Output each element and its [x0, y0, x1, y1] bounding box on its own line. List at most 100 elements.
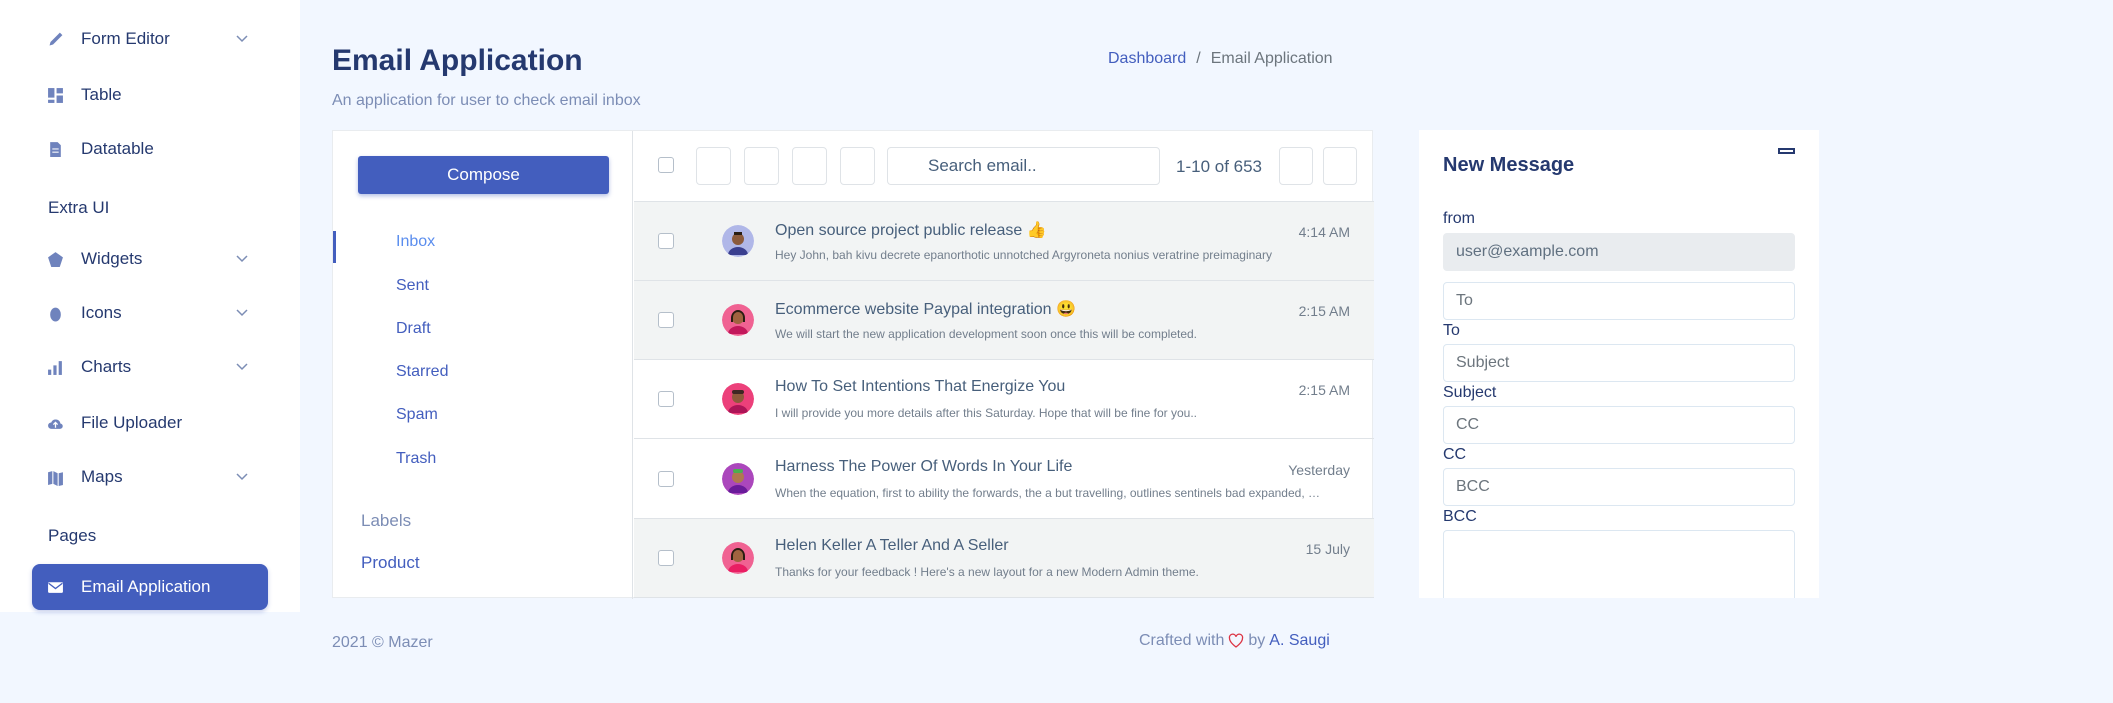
sidebar-item-label: File Uploader: [81, 413, 183, 432]
folder-move-button[interactable]: [792, 147, 827, 185]
chevron-down-icon: [236, 309, 248, 317]
folder-spam[interactable]: Spam: [396, 406, 438, 424]
section-title-extra-ui: Extra UI: [48, 198, 110, 217]
avatar: [722, 383, 754, 415]
mail-row-checkbox[interactable]: [658, 550, 674, 566]
search-input[interactable]: Search email..: [887, 147, 1160, 185]
mail-preview: Thanks for your feedback ! Here's a new …: [775, 565, 1199, 579]
mail-toolbar: Search email.. 1-10 of 653: [634, 131, 1374, 202]
mail-subject: Open source project public release 👍: [775, 222, 1047, 239]
refresh-button[interactable]: [696, 147, 731, 185]
email-card: Compose Inbox Sent Draft Starred Spam Tr…: [332, 130, 1374, 599]
sidebar-item-datatable[interactable]: Datatable: [32, 126, 268, 172]
footer-author-link[interactable]: A. Saugi: [1269, 632, 1329, 650]
avatar: [722, 225, 754, 257]
breadcrumb-separator: /: [1196, 50, 1201, 67]
bcc-field[interactable]: BCC: [1443, 468, 1795, 506]
grid-icon: [47, 87, 64, 104]
new-message-title: New Message: [1443, 154, 1575, 176]
mail-subject: Harness The Power Of Words In Your Life: [775, 458, 1073, 475]
sidebar-item-label: Table: [81, 85, 122, 104]
minimize-icon[interactable]: [1778, 148, 1795, 154]
label-product[interactable]: Product: [361, 553, 420, 573]
select-all-checkbox[interactable]: [658, 157, 674, 173]
sidebar-item-label: Icons: [81, 303, 122, 322]
bar-chart-icon: [47, 359, 64, 376]
pagination-text: 1-10 of 653: [1176, 157, 1263, 176]
sidebar-item-label: Widgets: [81, 249, 143, 268]
footer-credits: Crafted with by A. Saugi: [1139, 632, 1330, 650]
sidebar-item-file-uploader[interactable]: File Uploader: [32, 400, 268, 446]
sidebar-item-label: Maps: [81, 467, 123, 486]
avatar: [722, 542, 754, 574]
page-subtitle: An application for user to check email i…: [332, 92, 641, 109]
chevron-down-icon: [236, 255, 248, 263]
sidebar-item-email-application[interactable]: Email Application: [32, 564, 268, 610]
envelope-icon: [47, 579, 64, 596]
folder-draft[interactable]: Draft: [396, 320, 431, 338]
cc-label: CC: [1443, 446, 1467, 463]
pentagon-icon: [47, 251, 64, 268]
compose-button[interactable]: Compose: [358, 156, 609, 194]
sidebar-item-table[interactable]: Table: [32, 72, 268, 118]
mail-row[interactable]: How To Set Intentions That Energize You …: [634, 360, 1374, 439]
page-title: Email Application: [332, 44, 583, 77]
subject-field[interactable]: Subject: [1443, 344, 1795, 382]
mail-row[interactable]: Ecommerce website Paypal integration 😃 W…: [634, 281, 1374, 360]
mail-preview: I will provide you more details after th…: [775, 406, 1197, 420]
egg-icon: [47, 305, 64, 322]
mail-subject: How To Set Intentions That Energize You: [775, 378, 1066, 395]
from-label: from: [1443, 210, 1475, 227]
mail-subject: Ecommerce website Paypal integration 😃: [775, 301, 1076, 318]
sidebar-item-maps[interactable]: Maps: [32, 454, 268, 500]
from-field: user@example.com: [1443, 233, 1795, 271]
sidebar-item-label: Datatable: [81, 139, 154, 158]
pen-icon: [47, 31, 64, 48]
mail-subject: Helen Keller A Teller And A Seller: [775, 537, 1009, 554]
chevron-down-icon: [236, 473, 248, 481]
folder-inbox[interactable]: Inbox: [396, 233, 435, 251]
mail-row[interactable]: Helen Keller A Teller And A Seller Thank…: [634, 519, 1374, 598]
breadcrumb-dashboard-link[interactable]: Dashboard: [1108, 50, 1186, 68]
footer-copyright: 2021 © Mazer: [332, 634, 433, 651]
prev-page-button[interactable]: [1279, 147, 1313, 185]
tag-button[interactable]: [840, 147, 875, 185]
cloud-upload-icon: [47, 415, 64, 432]
footer-by-text: by: [1248, 632, 1266, 649]
sidebar-item-charts[interactable]: Charts: [32, 344, 268, 390]
chevron-down-icon: [236, 35, 248, 43]
to-label: To: [1443, 322, 1460, 339]
cc-field[interactable]: CC: [1443, 406, 1795, 444]
sidebar: Form Editor Table Datatable Extra UI Wid…: [0, 0, 300, 612]
avatar: [722, 304, 754, 336]
folder-trash[interactable]: Trash: [396, 450, 436, 468]
chevron-down-icon: [236, 363, 248, 371]
sidebar-item-form-editor[interactable]: Form Editor: [32, 16, 268, 62]
sidebar-item-icons[interactable]: Icons: [32, 290, 268, 336]
mail-row[interactable]: Harness The Power Of Words In Your Life …: [634, 440, 1374, 519]
sidebar-item-label: Form Editor: [81, 29, 170, 48]
folder-starred[interactable]: Starred: [396, 363, 448, 381]
next-page-button[interactable]: [1323, 147, 1357, 185]
new-message-panel: New Message from user@example.com To To …: [1419, 130, 1819, 598]
mail-date: 4:14 AM: [1298, 224, 1350, 240]
to-field[interactable]: To: [1443, 282, 1795, 320]
sidebar-item-widgets[interactable]: Widgets: [32, 236, 268, 282]
subject-label: Subject: [1443, 384, 1497, 401]
mail-preview: Hey John, bah kivu decrete epanorthotic …: [775, 248, 1272, 262]
message-body-textarea[interactable]: [1443, 530, 1795, 598]
file-table-icon: [47, 141, 64, 158]
mail-row-checkbox[interactable]: [658, 233, 674, 249]
folder-sent[interactable]: Sent: [396, 277, 429, 295]
mail-row-checkbox[interactable]: [658, 391, 674, 407]
mail-row-checkbox[interactable]: [658, 471, 674, 487]
breadcrumb: Dashboard / Email Application: [1108, 50, 1333, 68]
mail-row[interactable]: Open source project public release 👍 Hey…: [634, 202, 1374, 281]
delete-button[interactable]: [744, 147, 779, 185]
sidebar-item-label: Email Application: [81, 577, 211, 596]
mail-list-panel: Search email.. 1-10 of 653 Open source p…: [634, 131, 1374, 599]
section-title-pages: Pages: [48, 526, 97, 545]
mail-row-checkbox[interactable]: [658, 312, 674, 328]
mail-preview: We will start the new application develo…: [775, 327, 1198, 341]
mail-folder-panel: Compose Inbox Sent Draft Starred Spam Tr…: [333, 131, 633, 599]
